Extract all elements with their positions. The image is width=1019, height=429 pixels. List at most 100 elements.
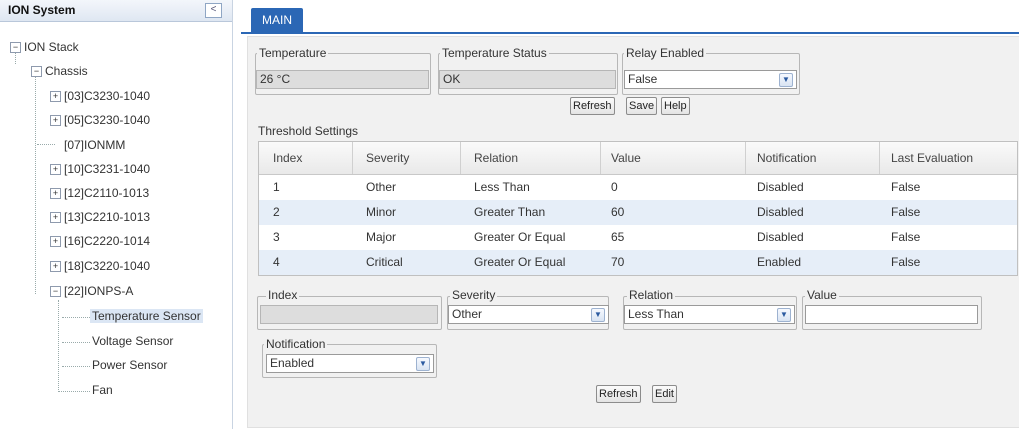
relation-value: Less Than <box>628 307 684 321</box>
severity-label: Severity <box>450 288 498 302</box>
value-input[interactable] <box>805 305 978 324</box>
cell-severity: Minor <box>366 205 397 219</box>
cell-value: 60 <box>611 205 625 219</box>
column-header-index[interactable]: Index <box>273 151 302 165</box>
tree-line <box>37 144 55 145</box>
column-divider <box>879 142 880 174</box>
cell-notification: Disabled <box>757 230 804 244</box>
cell-notification: Disabled <box>757 180 804 194</box>
table-header: Index Severity Relation Value Notificati… <box>259 142 1017 175</box>
tab-bar-underline <box>241 32 1019 34</box>
tree-item-slot-16[interactable]: [16]C2220-1014 <box>64 234 150 248</box>
relay-enabled-label: Relay Enabled <box>624 46 707 60</box>
chevron-down-icon[interactable]: ▼ <box>777 308 791 322</box>
table-row[interactable]: 3 Major Greater Or Equal 65 Disabled Fal… <box>259 225 1017 250</box>
severity-select[interactable]: Other ▼ <box>448 305 609 324</box>
tree-line <box>58 300 59 392</box>
tree-item-slot-05[interactable]: [05]C3230-1040 <box>64 113 150 127</box>
tree-item-fan[interactable]: Fan <box>92 383 113 397</box>
table-row[interactable]: 1 Other Less Than 0 Disabled False <box>259 175 1017 200</box>
column-header-relation[interactable]: Relation <box>474 151 518 165</box>
save-button[interactable]: Save <box>626 97 658 115</box>
cell-notification: Disabled <box>757 205 804 219</box>
tree-expander-slot-12[interactable]: + <box>50 188 61 199</box>
tree-item-ion-stack[interactable]: ION Stack <box>24 40 79 54</box>
relay-enabled-value: False <box>628 72 658 86</box>
tab-main[interactable]: MAIN <box>251 8 303 32</box>
tree-item-temperature-sensor[interactable]: Temperature Sensor <box>90 309 203 323</box>
help-button[interactable]: Help <box>661 97 690 115</box>
notification-value: Enabled <box>270 356 315 370</box>
temperature-value: 26 °C <box>256 70 429 89</box>
cell-last-evaluation: False <box>891 180 921 194</box>
tree-line <box>58 391 90 392</box>
column-divider <box>745 142 746 174</box>
temperature-status-value: OK <box>439 70 616 89</box>
tree-expander-slot-13[interactable]: + <box>50 212 61 223</box>
tree-line <box>35 76 36 294</box>
cell-index: 2 <box>273 205 280 219</box>
column-header-severity[interactable]: Severity <box>366 151 409 165</box>
tree-line <box>62 342 90 343</box>
threshold-settings-title: Threshold Settings <box>258 124 359 138</box>
tree-expander-slot-16[interactable]: + <box>50 236 61 247</box>
notification-label: Notification <box>264 337 328 351</box>
tree-item-slot-07[interactable]: [07]IONMM <box>64 138 125 152</box>
cell-last-evaluation: False <box>891 230 921 244</box>
table-row[interactable]: 4 Critical Greater Or Equal 70 Enabled F… <box>259 250 1017 275</box>
tree-expander-slot-03[interactable]: + <box>50 91 61 102</box>
cell-severity: Critical <box>366 255 403 269</box>
cell-value: 70 <box>611 255 625 269</box>
tree-expander-slot-05[interactable]: + <box>50 115 61 126</box>
tree-expander-root[interactable]: − <box>10 42 21 53</box>
tree-item-slot-22[interactable]: [22]IONPS-A <box>64 284 133 298</box>
tree-item-slot-10[interactable]: [10]C3231-1040 <box>64 162 150 176</box>
cell-index: 4 <box>273 255 280 269</box>
refresh-button[interactable]: Refresh <box>570 97 615 115</box>
column-header-last-evaluation[interactable]: Last Evaluation <box>891 151 973 165</box>
cell-relation: Greater Or Equal <box>474 230 566 244</box>
tree-item-slot-18[interactable]: [18]C3220-1040 <box>64 259 150 273</box>
cell-last-evaluation: False <box>891 255 921 269</box>
tree-item-power-sensor[interactable]: Power Sensor <box>92 358 167 372</box>
tree-expander-slot-18[interactable]: + <box>50 261 61 272</box>
tree-item-slot-13[interactable]: [13]C2210-1013 <box>64 210 150 224</box>
column-header-value[interactable]: Value <box>611 151 641 165</box>
cell-severity: Major <box>366 230 397 244</box>
tree-expander-slot-22[interactable]: − <box>50 286 61 297</box>
value-label: Value <box>805 288 839 302</box>
chevron-down-icon[interactable]: ▼ <box>779 73 793 87</box>
relation-select[interactable]: Less Than ▼ <box>624 305 795 324</box>
column-header-notification[interactable]: Notification <box>757 151 816 165</box>
index-label: Index <box>266 288 300 302</box>
chevron-down-icon[interactable]: ▼ <box>416 357 430 371</box>
collapse-panel-button[interactable]: < <box>205 3 222 18</box>
refresh-button-bottom[interactable]: Refresh <box>596 385 641 403</box>
severity-value: Other <box>452 307 483 321</box>
cell-notification: Enabled <box>757 255 802 269</box>
tree-line <box>62 366 90 367</box>
cell-index: 3 <box>273 230 280 244</box>
tree-line <box>62 317 90 318</box>
tree-item-slot-03[interactable]: [03]C3230-1040 <box>64 89 150 103</box>
chevron-down-icon[interactable]: ▼ <box>591 308 605 322</box>
cell-severity: Other <box>366 180 397 194</box>
relay-enabled-select[interactable]: False ▼ <box>624 70 797 89</box>
tree-item-slot-12[interactable]: [12]C2110-1013 <box>64 186 149 200</box>
table-row[interactable]: 2 Minor Greater Than 60 Disabled False <box>259 200 1017 225</box>
tree-item-voltage-sensor[interactable]: Voltage Sensor <box>92 334 173 348</box>
tree-expander-chassis[interactable]: − <box>31 66 42 77</box>
temperature-status-label: Temperature Status <box>440 46 549 60</box>
cell-last-evaluation: False <box>891 205 921 219</box>
cell-value: 65 <box>611 230 625 244</box>
tree-item-chassis[interactable]: Chassis <box>45 64 88 78</box>
tree-expander-slot-10[interactable]: + <box>50 164 61 175</box>
notification-select[interactable]: Enabled ▼ <box>266 354 434 373</box>
cell-relation: Less Than <box>474 180 530 194</box>
threshold-table: Index Severity Relation Value Notificati… <box>258 141 1018 276</box>
column-divider <box>600 142 601 174</box>
tree-line <box>15 52 16 64</box>
cell-value: 0 <box>611 180 618 194</box>
edit-button[interactable]: Edit <box>652 385 677 403</box>
cell-relation: Greater Than <box>474 205 546 219</box>
